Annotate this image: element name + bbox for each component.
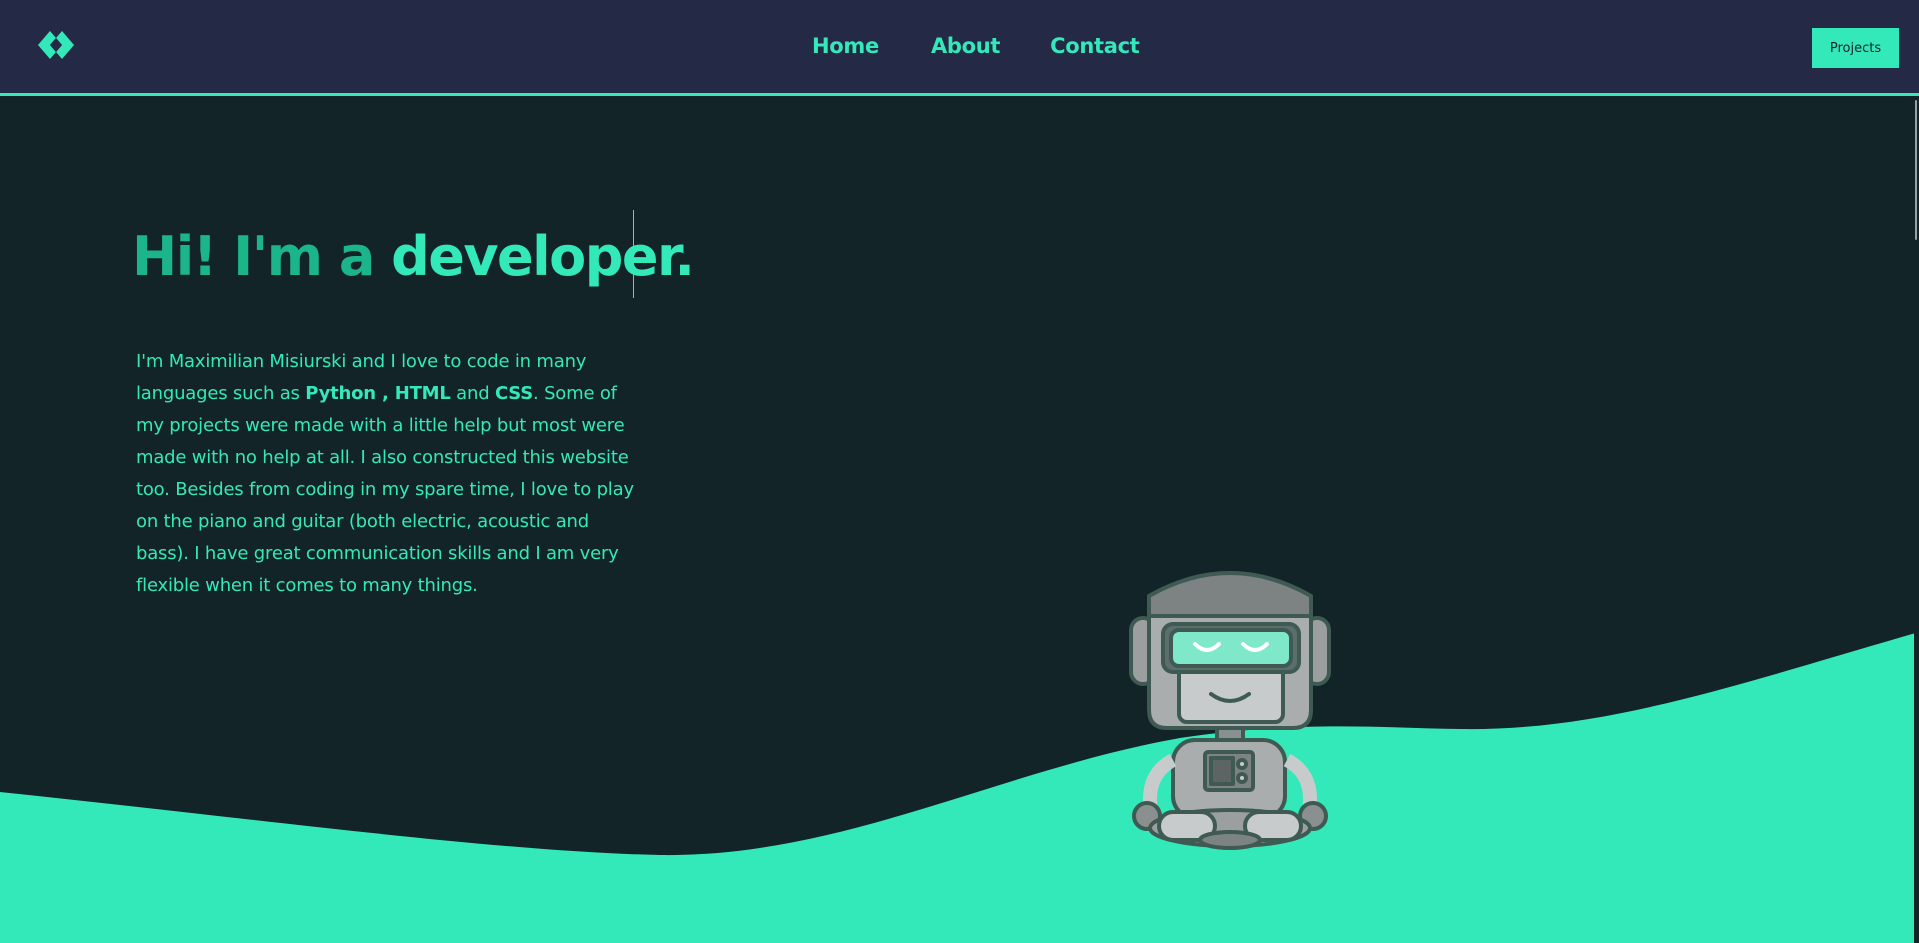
code-brackets-icon[interactable]	[36, 28, 76, 62]
nav-contact-link[interactable]: Contact	[1050, 34, 1140, 58]
scrollbar-thumb[interactable]	[1915, 100, 1917, 240]
page: Home About Contact Projects Hi! I'm a de…	[0, 0, 1919, 943]
hero-bio: I'm Maximilian Misiurski and I love to c…	[136, 346, 636, 602]
main-nav: Home About Contact	[812, 34, 1140, 58]
nav-home-link[interactable]: Home	[812, 34, 879, 58]
hero-heading-prefix: Hi! I'm a	[132, 225, 392, 288]
hero-heading: Hi! I'm a developer.	[132, 222, 695, 292]
bio-separator: ,	[375, 383, 395, 404]
projects-button[interactable]: Projects	[1812, 28, 1899, 68]
hero-heading-typed-word: developer.	[391, 225, 695, 288]
top-navbar: Home About Contact Projects	[0, 0, 1919, 96]
bio-lang-html: HTML	[394, 383, 451, 404]
bio-text-rest: . Some of my projects were made with a l…	[136, 383, 634, 596]
scrollbar[interactable]	[1914, 96, 1919, 943]
meditating-robot-icon	[1129, 571, 1331, 850]
bio-lang-python: Python	[305, 383, 376, 404]
bio-separator-and: and	[450, 383, 495, 404]
nav-about-link[interactable]: About	[931, 34, 1001, 58]
bio-lang-css: CSS	[494, 383, 534, 404]
typing-cursor	[633, 210, 634, 298]
